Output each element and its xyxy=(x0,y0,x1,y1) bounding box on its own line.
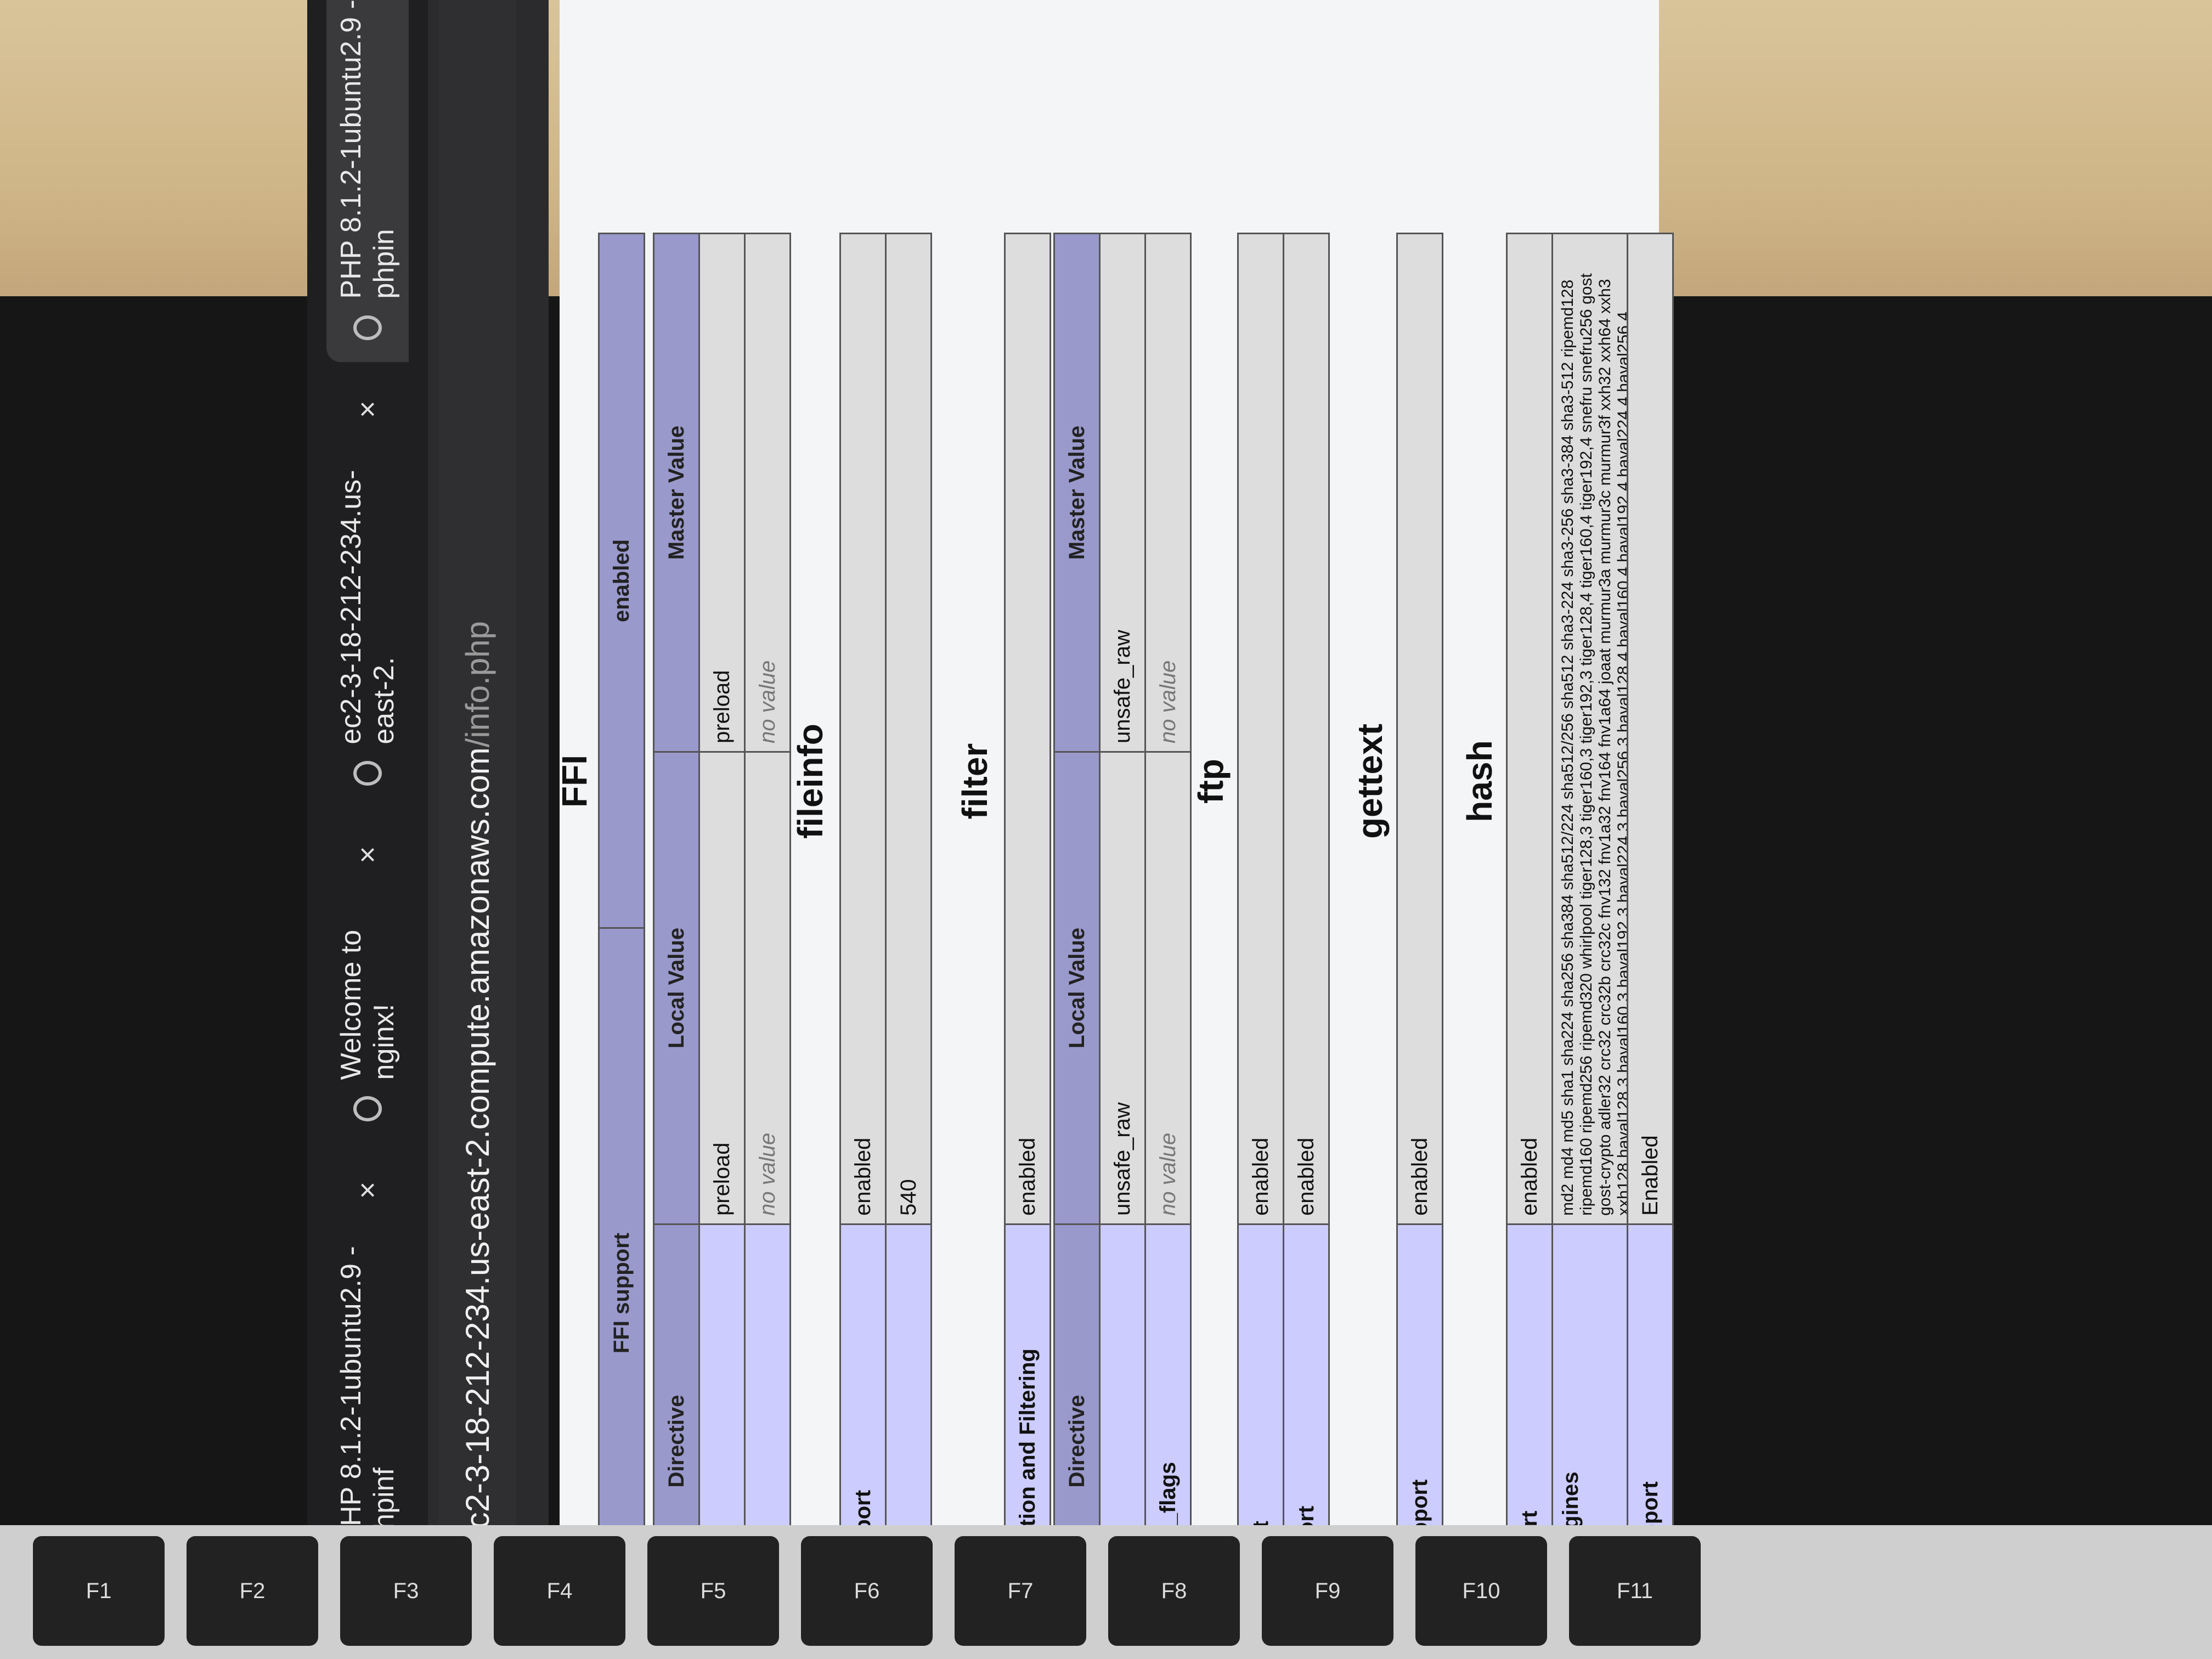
table-row: filter.default unsafe_raw unsafe_raw xyxy=(1099,233,1146,1658)
ffi-support-table: FFI support enabled xyxy=(598,233,645,1659)
master-value: no value xyxy=(1145,233,1191,752)
ffi-directive-table: Directive Local Value Master Value ffi.e… xyxy=(653,233,791,1659)
key-f3[interactable]: F3 xyxy=(340,1536,472,1646)
directive-value: enabled xyxy=(840,233,886,1224)
tab-ec2[interactable]: ec2-3-18-212-234.us-east-2. × xyxy=(326,379,409,808)
local-value: preload xyxy=(699,752,745,1224)
directive-value: enabled xyxy=(1005,233,1051,1224)
table-row: MHASH support Enabled xyxy=(1627,233,1673,1658)
column-header: Master Value xyxy=(653,233,699,752)
url-path: /info.php xyxy=(459,621,496,748)
table-row: GetText Support enabled xyxy=(1397,233,1443,1658)
section-title-ftp: ftp xyxy=(1191,759,1231,804)
key-f6[interactable]: F6 xyxy=(801,1536,933,1646)
section-title-gettext: gettext xyxy=(1350,724,1390,839)
key-f7[interactable]: F7 xyxy=(955,1536,1086,1646)
table-row: filter.default_flags no value no value xyxy=(1145,233,1191,1658)
key-f11[interactable]: F11 xyxy=(1569,1536,1701,1646)
directive-value: enabled xyxy=(1238,233,1284,1224)
tab-title: PHP 8.1.2-1ubuntu2.9 - phpinf xyxy=(335,1246,400,1545)
directive-value: enabled xyxy=(1506,233,1553,1224)
ftp-table: FTP support enabled FTPS support enabled xyxy=(1237,233,1330,1659)
key-f5[interactable]: F5 xyxy=(647,1536,779,1646)
laptop-screen: × PHP 8.1.2-1ubuntu2.9 - phpinf × Welcom… xyxy=(0,0,1673,1659)
table-row: libmagic 540 xyxy=(885,233,932,1658)
table-row: Input Validation and Filtering enabled xyxy=(1005,233,1051,1658)
key-f10[interactable]: F10 xyxy=(1415,1536,1547,1646)
ffi-support-value: enabled xyxy=(599,233,645,928)
tab-title: Welcome to nginx! xyxy=(335,929,400,1080)
mhash-table: MHASH support Enabled xyxy=(1627,233,1674,1659)
globe-icon xyxy=(353,760,382,786)
key-f4[interactable]: F4 xyxy=(494,1536,625,1646)
table-row: ffi.enable preload preload xyxy=(699,233,745,1658)
key-f2[interactable]: F2 xyxy=(187,1536,318,1646)
key-f9[interactable]: F9 xyxy=(1262,1536,1393,1646)
section-title-filter: filter xyxy=(955,743,995,820)
filter-directive-table: Directive Local Value Master Value filte… xyxy=(1053,233,1192,1659)
table-row: hash support enabled xyxy=(1506,233,1553,1658)
column-header: Local Value xyxy=(653,752,699,1224)
master-value: unsafe_raw xyxy=(1099,233,1146,752)
local-value: no value xyxy=(1145,752,1191,1224)
tab-title: ec2-3-18-212-234.us-east-2. xyxy=(335,470,400,744)
table-row: FTPS support enabled xyxy=(1283,233,1329,1658)
close-icon[interactable]: × xyxy=(351,846,385,864)
close-icon[interactable]: × xyxy=(351,400,385,418)
tab-nginx[interactable]: Welcome to nginx! × xyxy=(326,824,409,1143)
section-title-fileinfo: fileinfo xyxy=(791,724,830,839)
master-value: preload xyxy=(699,233,745,752)
globe-icon xyxy=(353,1096,382,1121)
local-value: no value xyxy=(744,752,791,1224)
filter-support-table: Input Validation and Filtering enabled xyxy=(1004,233,1051,1659)
column-header: Local Value xyxy=(1054,752,1100,1224)
tab-strip: × PHP 8.1.2-1ubuntu2.9 - phpinf × Welcom… xyxy=(307,0,428,1659)
table-row: FTP support enabled xyxy=(1238,233,1284,1658)
globe-icon xyxy=(353,315,382,341)
keyboard-function-row: F1 F2 F3 F4 F5 F6 F7 F8 F9 F10 F11 xyxy=(0,1525,2212,1659)
directive-value: enabled xyxy=(1283,233,1329,1224)
url-host: ec2-3-18-212-234.us-east-2.compute.amazo… xyxy=(459,747,496,1547)
table-row: fileinfo support enabled xyxy=(840,233,886,1658)
column-header: Master Value xyxy=(1054,233,1100,752)
master-value: no value xyxy=(744,233,791,752)
key-f1[interactable]: F1 xyxy=(33,1536,165,1646)
tab-phpinfo-2[interactable]: PHP 8.1.2-1ubuntu2.9 - phpin × xyxy=(326,0,409,363)
directive-value: 540 xyxy=(885,233,932,1224)
close-icon[interactable]: × xyxy=(351,1182,385,1199)
tab-title: PHP 8.1.2-1ubuntu2.9 - phpin xyxy=(335,0,400,299)
gettext-table: GetText Support enabled xyxy=(1396,233,1443,1659)
phpinfo-page: FFI FFI support enabled Directive Local … xyxy=(555,0,1673,1659)
address-bar[interactable]: cure | ec2-3-18-212-234.us-east-2.comput… xyxy=(439,0,516,1659)
directive-value: Enabled xyxy=(1627,233,1673,1224)
local-value: unsafe_raw xyxy=(1099,752,1146,1224)
key-f8[interactable]: F8 xyxy=(1108,1536,1240,1646)
section-title-ffi: FFI xyxy=(555,755,594,808)
table-row: ffi.preload no value no value xyxy=(744,233,791,1658)
directive-value: enabled xyxy=(1397,233,1443,1224)
fileinfo-table: fileinfo support enabled libmagic 540 xyxy=(839,233,932,1659)
section-title-hash: hash xyxy=(1460,740,1499,822)
